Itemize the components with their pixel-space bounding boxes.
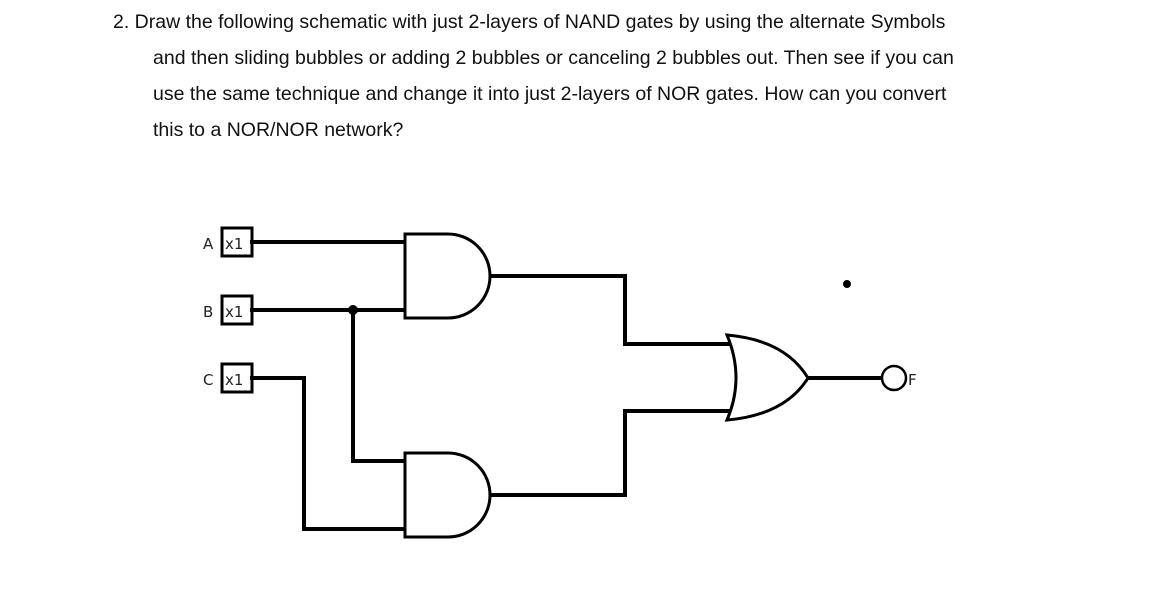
output-label-f: F xyxy=(908,371,917,389)
junction-dot xyxy=(348,305,358,315)
input-box-label-a: x1 xyxy=(225,235,243,253)
input-label-b: B xyxy=(203,303,213,321)
input-label-a: A xyxy=(203,235,214,253)
or-gate xyxy=(724,333,810,422)
wire-and1-to-or xyxy=(487,274,737,346)
stray-dot xyxy=(843,280,851,288)
input-box-label-c: x1 xyxy=(225,371,243,389)
input-label-c: C xyxy=(203,371,213,389)
and-gate-2 xyxy=(403,451,492,539)
logic-schematic: A x1 B x1 C x1 F xyxy=(203,226,917,539)
and-gate-1 xyxy=(403,232,492,320)
output-terminal xyxy=(880,364,908,392)
wire-and2-to-or xyxy=(487,409,737,497)
wire-b-to-and2 xyxy=(351,308,407,463)
input-box-label-b: x1 xyxy=(225,303,243,321)
wire-c-to-and2 xyxy=(250,376,407,531)
